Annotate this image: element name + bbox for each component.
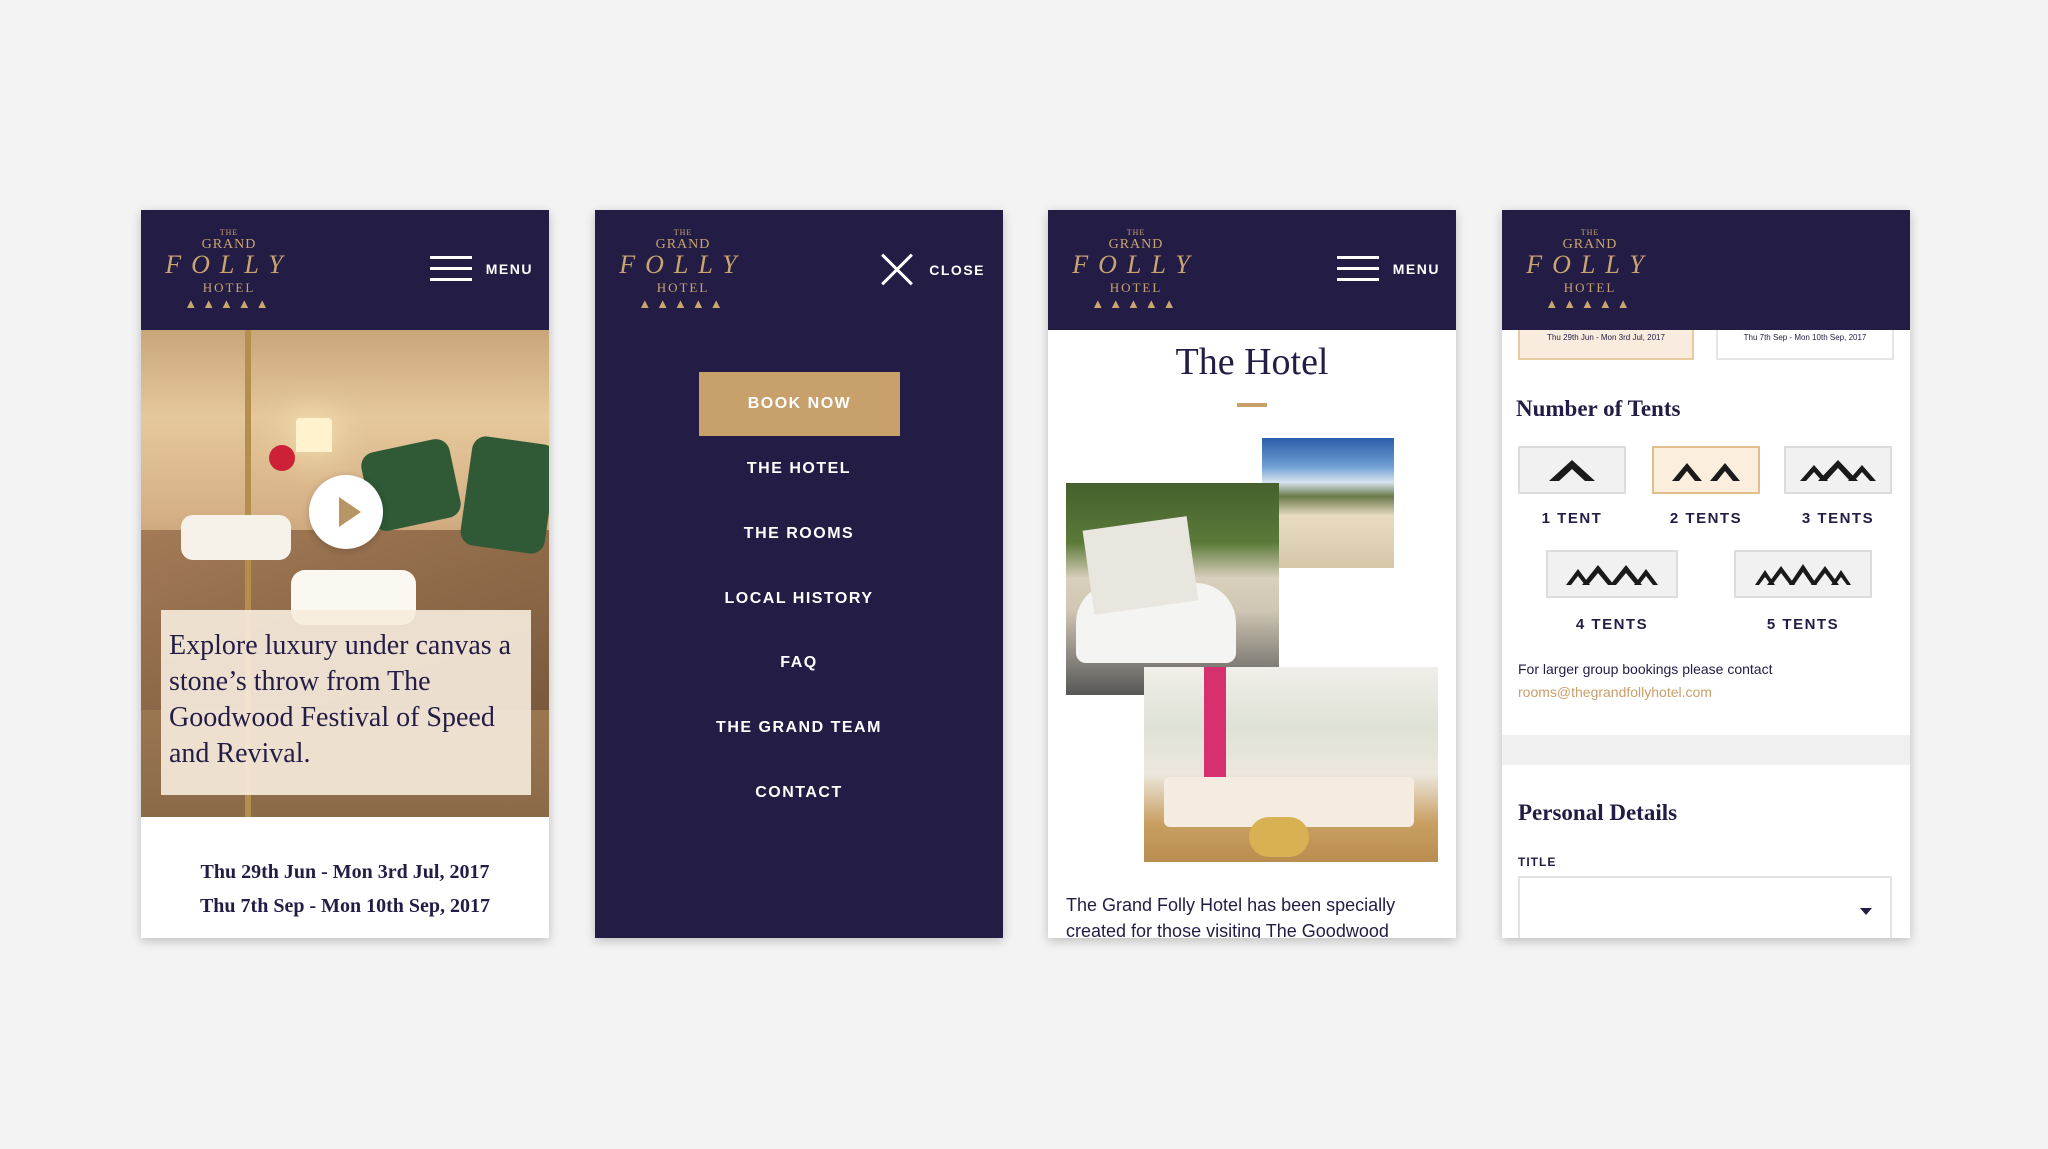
logo-the-text: THE (673, 228, 693, 237)
phone-screen-the-hotel: THE GRAND FOLLY HOTEL ▲▲▲▲▲ MENU The Hot… (1048, 210, 1456, 938)
nav-item-contact[interactable]: CONTACT (595, 784, 1003, 802)
date-tab-september[interactable]: Thu 7th Sep - Mon 10th Sep, 2017 (1716, 330, 1894, 360)
logo-tents-icon: ▲▲▲▲▲ (638, 296, 728, 311)
site-header: THE GRAND FOLLY HOTEL ▲▲▲▲▲ MENU (1048, 210, 1456, 330)
pink-drape-image (1204, 667, 1226, 787)
site-header: THE GRAND FOLLY HOTEL ▲▲▲▲▲ MENU (141, 210, 549, 330)
tent-option-1[interactable] (1518, 446, 1626, 494)
event-dates: Thu 29th Jun - Mon 3rd Jul, 2017 Thu 7th… (141, 855, 549, 923)
tents-icon (1672, 463, 1740, 481)
title-divider (1237, 403, 1267, 407)
logo-the-text: THE (1126, 228, 1146, 237)
nav-item-local-history[interactable]: LOCAL HISTORY (595, 590, 1003, 608)
close-icon (879, 252, 915, 288)
close-menu-button[interactable]: CLOSE (879, 252, 985, 288)
hotel-description: The Grand Folly Hotel has been specially… (1066, 895, 1396, 938)
grand-folly-logo[interactable]: THE GRAND FOLLY HOTEL ▲▲▲▲▲ (1520, 228, 1660, 320)
logo-folly-text: FOLLY (1526, 250, 1654, 279)
menu-label: MENU (1392, 261, 1440, 277)
guest-reading-newspaper-photo (1066, 483, 1279, 695)
tent-option-2[interactable] (1652, 446, 1760, 494)
towel-image (181, 515, 291, 560)
logo-folly-text: FOLLY (165, 250, 293, 279)
logo-hotel-text: HOTEL (202, 280, 256, 295)
phone-screen-home: THE GRAND FOLLY HOTEL ▲▲▲▲▲ MENU Explore… (141, 210, 549, 938)
logo-hotel-text: HOTEL (1109, 280, 1163, 295)
tents-heading: Number of Tents (1516, 396, 1681, 421)
logo-the-text: THE (219, 228, 239, 237)
grand-folly-logo[interactable]: THE GRAND FOLLY HOTEL ▲▲▲▲▲ (159, 228, 299, 320)
lamp-image (296, 418, 332, 452)
hero-video: Explore luxury under canvas a stone’s th… (141, 330, 549, 817)
nav-item-faq[interactable]: FAQ (595, 654, 1003, 672)
logo-tents-icon: ▲▲▲▲▲ (1545, 296, 1635, 311)
lounge-interior-photo (1144, 667, 1438, 862)
page-title: The Hotel (1175, 341, 1329, 383)
date-tab-june[interactable]: Thu 29th Jun - Mon 3rd Jul, 2017 (1518, 330, 1694, 360)
pouf-image (1249, 817, 1309, 857)
logo-tents-icon: ▲▲▲▲▲ (184, 296, 274, 311)
tents-icon (1800, 460, 1876, 481)
personal-details-heading: Personal Details (1518, 800, 1678, 825)
flower-image (269, 445, 295, 471)
logo-folly-text: FOLLY (619, 250, 747, 279)
grand-folly-logo[interactable]: THE GRAND FOLLY HOTEL ▲▲▲▲▲ (1066, 228, 1206, 320)
phone-screen-booking: Thu 29th Jun - Mon 3rd Jul, 2017 Thu 7th… (1502, 210, 1910, 938)
title-select[interactable] (1518, 876, 1892, 938)
title-field-label: TITLE (1518, 855, 1557, 869)
menu-button[interactable]: MENU (1336, 254, 1440, 284)
nav-item-the-rooms[interactable]: THE ROOMS (595, 525, 1003, 543)
phone-screen-menu: THE GRAND FOLLY HOTEL ▲▲▲▲▲ CLOSE BOOK N… (595, 210, 1003, 938)
hamburger-icon (1336, 256, 1379, 282)
logo-hotel-text: HOTEL (656, 280, 710, 295)
site-header: THE GRAND FOLLY HOTEL ▲▲▲▲▲ (1502, 210, 1910, 330)
tent-option-3[interactable] (1784, 446, 1892, 494)
chevron-down-icon (1860, 908, 1872, 915)
tent-option-1-label: 1 TENT (1541, 510, 1603, 527)
menu-button[interactable]: MENU (429, 254, 533, 284)
tents-field-photo (1262, 438, 1394, 568)
event-date-2: Thu 7th Sep - Mon 10th Sep, 2017 (199, 895, 491, 917)
nav-item-the-grand-team[interactable]: THE GRAND TEAM (595, 719, 1003, 737)
tent-option-4-label: 4 TENTS (1575, 616, 1649, 633)
tent-option-4[interactable] (1546, 550, 1678, 598)
hamburger-icon (429, 256, 472, 282)
tent-option-5[interactable] (1734, 550, 1872, 598)
logo-the-text: THE (1580, 228, 1600, 237)
tent-option-2-label: 2 TENTS (1669, 510, 1743, 527)
play-button[interactable] (309, 475, 383, 549)
logo-folly-text: FOLLY (1072, 250, 1200, 279)
tent-option-3-label: 3 TENTS (1801, 510, 1875, 527)
nav-item-the-hotel[interactable]: THE HOTEL (595, 460, 1003, 478)
tents-icon (1566, 565, 1658, 585)
section-divider (1502, 735, 1910, 765)
newspaper-image (1082, 516, 1199, 615)
book-now-button[interactable]: BOOK NOW (699, 372, 900, 436)
tent-option-5-label: 5 TENTS (1766, 616, 1840, 633)
logo-tents-icon: ▲▲▲▲▲ (1091, 296, 1181, 311)
pillow-image (458, 434, 549, 556)
hero-caption-text: Explore luxury under canvas a stone’s th… (169, 630, 512, 769)
close-label: CLOSE (929, 262, 985, 278)
grand-folly-logo[interactable]: THE GRAND FOLLY HOTEL ▲▲▲▲▲ (613, 228, 753, 320)
tent-icon (1549, 460, 1595, 481)
contact-email-link[interactable]: rooms@thegrandfollyhotel.com (1518, 684, 1712, 700)
group-booking-note-text: For larger group bookings please contact (1518, 661, 1773, 677)
logo-hotel-text: HOTEL (1563, 280, 1617, 295)
event-date-1: Thu 29th Jun - Mon 3rd Jul, 2017 (200, 861, 490, 883)
menu-label: MENU (485, 261, 533, 277)
group-booking-note: For larger group bookings please contact… (1518, 658, 1772, 704)
tents-icon (1755, 564, 1851, 585)
hero-caption: Explore luxury under canvas a stone’s th… (161, 610, 531, 795)
